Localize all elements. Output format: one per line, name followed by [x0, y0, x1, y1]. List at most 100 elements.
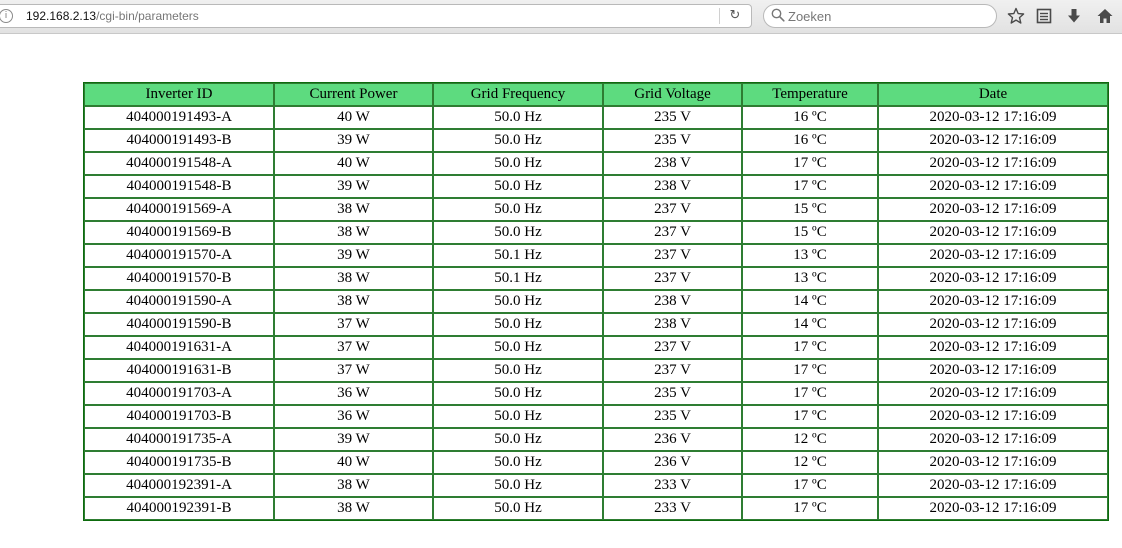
date-cell: 2020-03-12 17:16:09: [878, 106, 1108, 129]
current-power-cell: 38 W: [274, 290, 433, 313]
url-path: /cgi-bin/parameters: [96, 9, 199, 23]
grid-frequency-cell: 50.0 Hz: [433, 106, 603, 129]
url-host: 192.168.2.13: [26, 9, 97, 23]
date-cell: 2020-03-12 17:16:09: [878, 336, 1108, 359]
table-row: 404000191493-B 39 W 50.0 Hz 235 V 16 ºC 2020-…: [84, 129, 1108, 152]
grid-frequency-cell: 50.0 Hz: [433, 129, 603, 152]
table-body: 404000191493-A 40 W 50.0 Hz 235 V 16 ºC 2020-…: [84, 106, 1108, 520]
table-row: 404000191493-A 40 W 50.0 Hz 235 V 16 ºC 2020-…: [84, 106, 1108, 129]
address-bar[interactable]: i 192.168.2.13/cgi-bin/parameters ↻: [0, 4, 752, 28]
grid-voltage-cell: 237 V: [603, 244, 742, 267]
grid-voltage-cell: 235 V: [603, 382, 742, 405]
downloads-button[interactable]: [1064, 6, 1084, 26]
grid-voltage-cell: 235 V: [603, 129, 742, 152]
temperature-cell: 16 ºC: [742, 129, 878, 152]
current-power-cell: 39 W: [274, 244, 433, 267]
inverter-id-cell: 404000191735-B: [84, 451, 274, 474]
column-header-current-power: Current Power: [274, 83, 433, 106]
address-bar-divider: [719, 8, 720, 24]
current-power-cell: 38 W: [274, 474, 433, 497]
table-row: 404000191548-B 39 W 50.0 Hz 238 V 17 ºC 2020-…: [84, 175, 1108, 198]
temperature-cell: 17 ºC: [742, 336, 878, 359]
grid-voltage-cell: 236 V: [603, 428, 742, 451]
column-header-inverter-id: Inverter ID: [84, 83, 274, 106]
date-cell: 2020-03-12 17:16:09: [878, 175, 1108, 198]
inverter-id-cell: 404000191493-B: [84, 129, 274, 152]
current-power-cell: 37 W: [274, 313, 433, 336]
current-power-cell: 37 W: [274, 359, 433, 382]
current-power-cell: 38 W: [274, 221, 433, 244]
inverter-id-cell: 404000192391-A: [84, 474, 274, 497]
temperature-cell: 15 ºC: [742, 198, 878, 221]
inverter-id-cell: 404000191590-B: [84, 313, 274, 336]
grid-voltage-cell: 237 V: [603, 267, 742, 290]
date-cell: 2020-03-12 17:16:09: [878, 221, 1108, 244]
reading-list-button[interactable]: [1034, 6, 1054, 26]
column-header-grid-voltage: Grid Voltage: [603, 83, 742, 106]
grid-frequency-cell: 50.0 Hz: [433, 290, 603, 313]
inverter-id-cell: 404000191569-A: [84, 198, 274, 221]
column-header-temperature: Temperature: [742, 83, 878, 106]
table-row: 404000191735-B 40 W 50.0 Hz 236 V 12 ºC 2020-…: [84, 451, 1108, 474]
inverter-parameters-table: Inverter ID Current Power Grid Frequency…: [83, 82, 1109, 521]
date-cell: 2020-03-12 17:16:09: [878, 129, 1108, 152]
date-cell: 2020-03-12 17:16:09: [878, 198, 1108, 221]
grid-voltage-cell: 233 V: [603, 474, 742, 497]
current-power-cell: 39 W: [274, 129, 433, 152]
table-row: 404000192391-B 38 W 50.0 Hz 233 V 17 ºC 2020-…: [84, 497, 1108, 520]
bookmark-star-button[interactable]: [1006, 6, 1026, 26]
search-bar[interactable]: [763, 4, 997, 28]
table-row: 404000192391-A 38 W 50.0 Hz 233 V 17 ºC 2020-…: [84, 474, 1108, 497]
date-cell: 2020-03-12 17:16:09: [878, 359, 1108, 382]
temperature-cell: 13 ºC: [742, 244, 878, 267]
temperature-cell: 14 ºC: [742, 290, 878, 313]
inverter-id-cell: 404000191493-A: [84, 106, 274, 129]
table-row: 404000191631-B 37 W 50.0 Hz 237 V 17 ºC 2020-…: [84, 359, 1108, 382]
grid-frequency-cell: 50.0 Hz: [433, 382, 603, 405]
current-power-cell: 36 W: [274, 405, 433, 428]
inverter-id-cell: 404000191631-A: [84, 336, 274, 359]
table-row: 404000191703-A 36 W 50.0 Hz 235 V 17 ºC 2020-…: [84, 382, 1108, 405]
grid-voltage-cell: 238 V: [603, 175, 742, 198]
current-power-cell: 38 W: [274, 198, 433, 221]
grid-voltage-cell: 235 V: [603, 405, 742, 428]
grid-frequency-cell: 50.0 Hz: [433, 313, 603, 336]
temperature-cell: 13 ºC: [742, 267, 878, 290]
grid-frequency-cell: 50.0 Hz: [433, 451, 603, 474]
table-row: 404000191590-B 37 W 50.0 Hz 238 V 14 ºC 2020-…: [84, 313, 1108, 336]
current-power-cell: 38 W: [274, 497, 433, 520]
temperature-cell: 17 ºC: [742, 497, 878, 520]
temperature-cell: 12 ºC: [742, 451, 878, 474]
grid-voltage-cell: 237 V: [603, 198, 742, 221]
temperature-cell: 17 ºC: [742, 359, 878, 382]
inverter-id-cell: 404000191570-A: [84, 244, 274, 267]
table-row: 404000191569-A 38 W 50.0 Hz 237 V 15 ºC 2020-…: [84, 198, 1108, 221]
current-power-cell: 38 W: [274, 267, 433, 290]
grid-frequency-cell: 50.0 Hz: [433, 359, 603, 382]
reload-icon[interactable]: ↻: [727, 7, 743, 25]
inverter-id-cell: 404000191570-B: [84, 267, 274, 290]
inverter-id-cell: 404000191548-B: [84, 175, 274, 198]
url-text[interactable]: 192.168.2.13/cgi-bin/parameters: [26, 9, 199, 23]
column-header-date: Date: [878, 83, 1108, 106]
search-input[interactable]: [788, 6, 988, 26]
temperature-cell: 17 ºC: [742, 474, 878, 497]
browser-toolbar: i 192.168.2.13/cgi-bin/parameters ↻: [0, 0, 1122, 34]
star-icon: [1007, 7, 1025, 24]
info-icon[interactable]: i: [0, 9, 13, 23]
temperature-cell: 16 ºC: [742, 106, 878, 129]
inverter-id-cell: 404000191735-A: [84, 428, 274, 451]
grid-frequency-cell: 50.0 Hz: [433, 497, 603, 520]
temperature-cell: 17 ºC: [742, 152, 878, 175]
home-button[interactable]: [1095, 6, 1115, 26]
grid-frequency-cell: 50.1 Hz: [433, 244, 603, 267]
grid-voltage-cell: 237 V: [603, 336, 742, 359]
current-power-cell: 40 W: [274, 451, 433, 474]
date-cell: 2020-03-12 17:16:09: [878, 451, 1108, 474]
date-cell: 2020-03-12 17:16:09: [878, 405, 1108, 428]
grid-voltage-cell: 237 V: [603, 359, 742, 382]
current-power-cell: 40 W: [274, 106, 433, 129]
temperature-cell: 12 ºC: [742, 428, 878, 451]
inverter-id-cell: 404000191569-B: [84, 221, 274, 244]
table-row: 404000191570-A 39 W 50.1 Hz 237 V 13 ºC 2020-…: [84, 244, 1108, 267]
